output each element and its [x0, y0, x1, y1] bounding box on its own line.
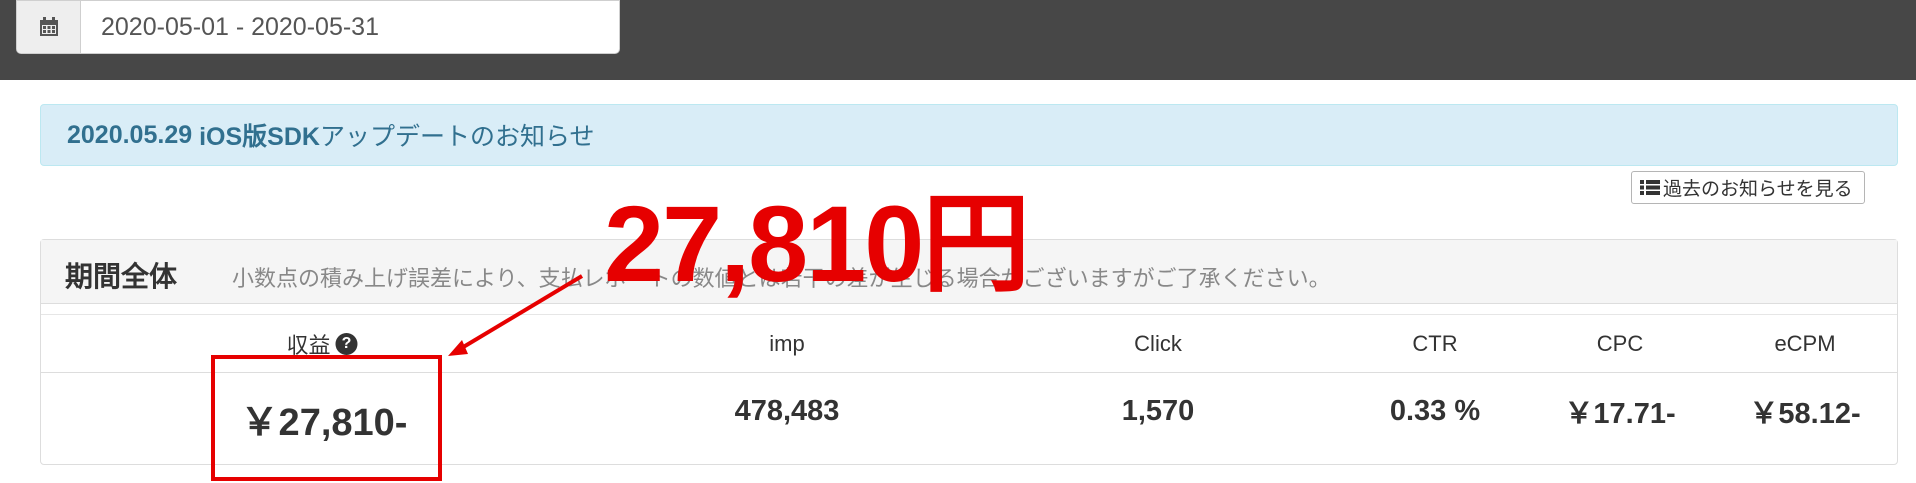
- annotation-amount: 27,810円: [604, 183, 1030, 304]
